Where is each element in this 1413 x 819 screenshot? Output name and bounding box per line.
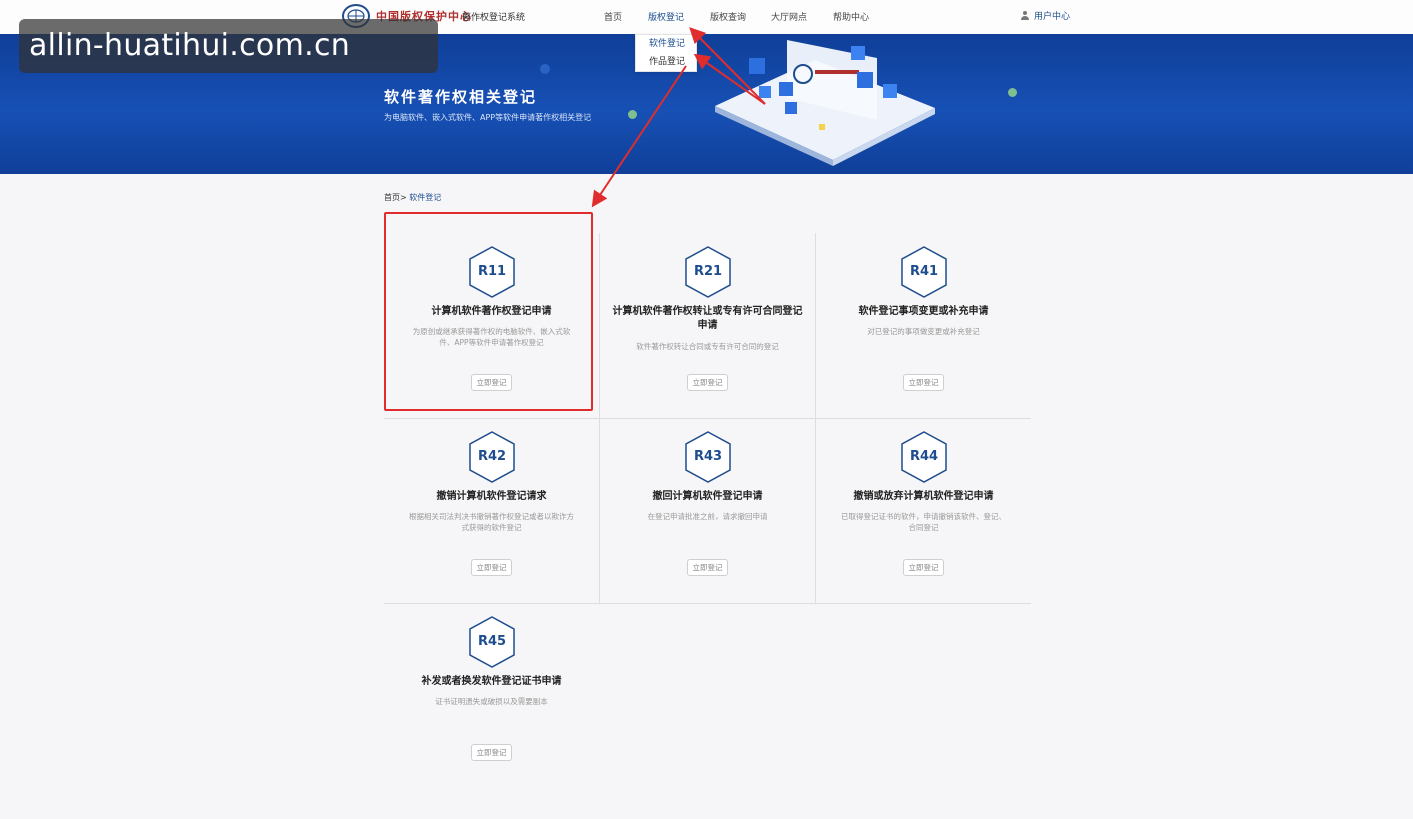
isometric-platform-illustration bbox=[715, 40, 935, 166]
nav-home[interactable]: 首页 bbox=[604, 10, 622, 23]
nav-copyright-registration[interactable]: 版权登记 bbox=[648, 10, 684, 23]
banner-title: 软件著作权相关登记 bbox=[384, 88, 538, 106]
registration-dropdown-menu: 软件登记 作品登记 bbox=[635, 34, 697, 72]
card-code: R42 bbox=[477, 449, 507, 464]
register-now-button[interactable]: 立即登记 bbox=[903, 559, 944, 576]
card-title: 撤销或放弃计算机软件登记申请 bbox=[853, 491, 994, 502]
register-now-button[interactable]: 立即登记 bbox=[687, 374, 728, 391]
banner-subtitle: 为电脑软件、嵌入式软件、APP等软件申请著作权相关登记 bbox=[384, 113, 592, 122]
card-r21: R21 计算机软件著作权转让或专有许可合同登记申请 软件著作权转让合同或专有许可… bbox=[600, 233, 815, 418]
banner-decor-dot bbox=[540, 64, 550, 74]
nav-help-center[interactable]: 帮助中心 bbox=[833, 10, 869, 23]
register-now-button[interactable]: 立即登记 bbox=[687, 559, 728, 576]
dropdown-item-software-registration[interactable]: 软件登记 bbox=[636, 35, 696, 53]
card-description: 已取得登记证书的软件，申请撤销该软件、登记、合同登记 bbox=[841, 512, 1006, 532]
card-code: R43 bbox=[693, 449, 723, 464]
card-r45: R45 补发或者换发软件登记证书申请 证书证明遗失或破损以及需要副本 立即登记 bbox=[384, 603, 599, 788]
hexagon-badge-icon: R43 bbox=[683, 430, 733, 484]
card-title: 撤回计算机软件登记申请 bbox=[652, 491, 763, 502]
card-r44: R44 撤销或放弃计算机软件登记申请 已取得登记证书的软件，申请撤销该软件、登记… bbox=[816, 418, 1031, 603]
card-r43: R43 撤回计算机软件登记申请 在登记申请批准之前，请求撤回申请 立即登记 bbox=[600, 418, 815, 603]
register-now-button[interactable]: 立即登记 bbox=[903, 374, 944, 391]
nav-copyright-query[interactable]: 版权查询 bbox=[710, 10, 746, 23]
hexagon-badge-icon: R45 bbox=[467, 615, 517, 669]
hexagon-badge-icon: R44 bbox=[899, 430, 949, 484]
card-title: 补发或者换发软件登记证书申请 bbox=[421, 676, 562, 687]
watermark-text: allin-huatihui.com.cn bbox=[29, 28, 351, 63]
card-code: R41 bbox=[909, 264, 939, 279]
breadcrumb-home[interactable]: 首页> bbox=[384, 193, 407, 202]
card-description: 软件著作权转让合同或专有许可合同的登记 bbox=[636, 342, 779, 351]
card-title: 软件登记事项变更或补充申请 bbox=[858, 306, 989, 317]
system-name: 著作权登记系统 bbox=[462, 13, 526, 23]
hexagon-badge-icon: R41 bbox=[899, 245, 949, 299]
hexagon-badge-icon: R42 bbox=[467, 430, 517, 484]
watermark-overlay: allin-huatihui.com.cn bbox=[19, 19, 438, 73]
card-code: R44 bbox=[909, 449, 939, 464]
user-center-label: 用户中心 bbox=[1034, 12, 1071, 22]
card-r41: R41 软件登记事项变更或补充申请 对已登记的事项做变更或补充登记 立即登记 bbox=[816, 233, 1031, 418]
banner-decor-dot bbox=[1008, 88, 1017, 97]
card-title: 计算机软件著作权转让或专有许可合同登记申请 bbox=[612, 306, 803, 331]
card-code: R21 bbox=[693, 264, 723, 279]
hexagon-badge-icon: R21 bbox=[683, 245, 733, 299]
nav-service-halls[interactable]: 大厅网点 bbox=[771, 10, 807, 23]
banner-decor-dot bbox=[628, 110, 637, 119]
card-description: 证书证明遗失或破损以及需要副本 bbox=[435, 697, 548, 706]
breadcrumb: 首页> 软件登记 bbox=[384, 192, 441, 203]
card-description: 在登记申请批准之前，请求撤回申请 bbox=[647, 512, 768, 521]
card-description: 根据相关司法判决书撤销著作权登记或者以欺诈方式获得的软件登记 bbox=[409, 512, 574, 532]
user-icon bbox=[1020, 10, 1030, 21]
card-code: R45 bbox=[477, 634, 507, 649]
register-now-button[interactable]: 立即登记 bbox=[471, 744, 512, 761]
dropdown-item-work-registration[interactable]: 作品登记 bbox=[636, 53, 696, 71]
user-center-link[interactable]: 用户中心 bbox=[1020, 9, 1070, 22]
card-r42: R42 撤销计算机软件登记请求 根据相关司法判决书撤销著作权登记或者以欺诈方式获… bbox=[384, 418, 599, 603]
highlight-box bbox=[384, 212, 593, 411]
register-now-button[interactable]: 立即登记 bbox=[471, 559, 512, 576]
breadcrumb-current: 软件登记 bbox=[409, 193, 442, 202]
card-title: 撤销计算机软件登记请求 bbox=[436, 491, 547, 502]
card-description: 对已登记的事项做变更或补充登记 bbox=[867, 327, 980, 336]
